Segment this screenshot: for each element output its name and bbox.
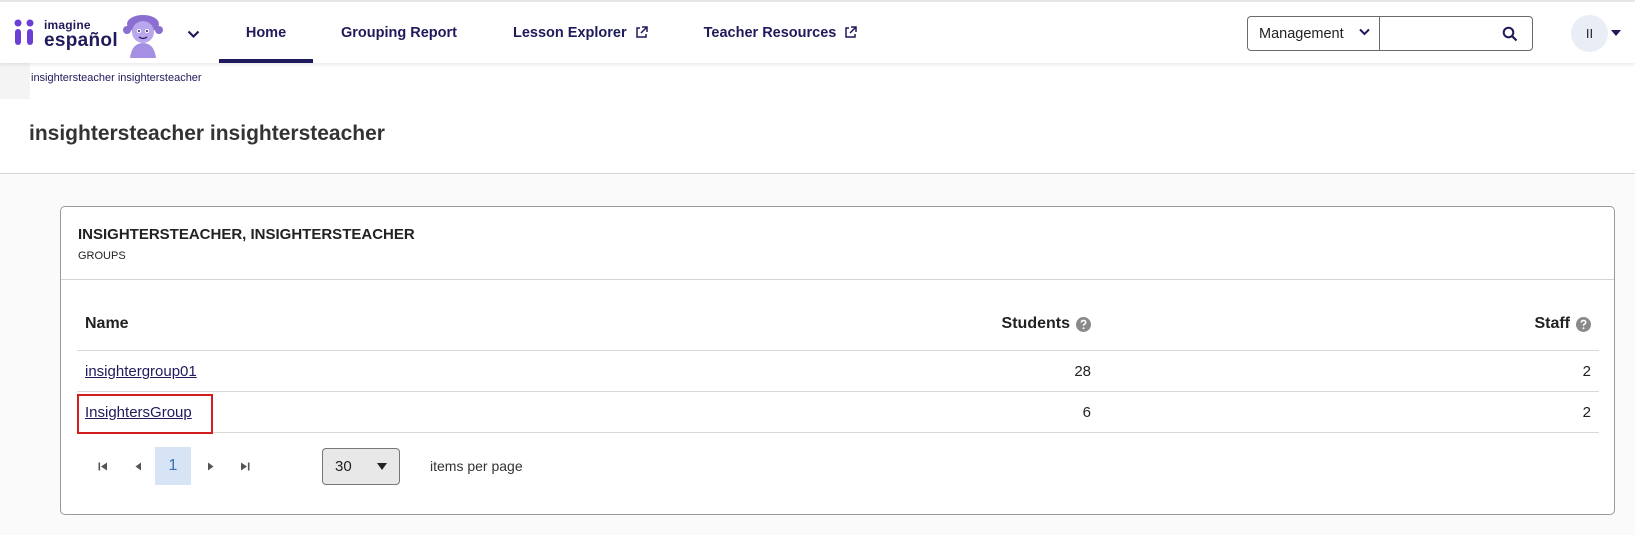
- previous-page-icon: [135, 462, 141, 470]
- logo-mark-icon: [14, 19, 34, 45]
- nav-lesson-explorer[interactable]: Lesson Explorer: [513, 2, 648, 63]
- avatar-initials: II: [1585, 26, 1594, 41]
- card-title: INSIGHTERSTEACHER, INSIGHTERSTEACHER: [78, 226, 415, 243]
- card-header: INSIGHTERSTEACHER, INSIGHTERSTEACHER GRO…: [61, 207, 1614, 280]
- user-avatar[interactable]: II: [1571, 15, 1608, 52]
- search-icon[interactable]: [1502, 26, 1518, 42]
- last-page-button[interactable]: [227, 447, 263, 485]
- staff-count: 2: [1582, 363, 1591, 380]
- page-button-current[interactable]: 1: [155, 447, 191, 485]
- help-icon[interactable]: [1076, 316, 1091, 332]
- nav-grouping-report[interactable]: Grouping Report: [341, 2, 457, 63]
- caret-down-icon[interactable]: [1611, 30, 1621, 36]
- pagination: 1 30 items per page: [77, 447, 1599, 487]
- nav-grouping-report-label: Grouping Report: [341, 24, 457, 41]
- caret-down-icon: [377, 463, 387, 470]
- column-header-name-label: Name: [85, 315, 129, 332]
- table-header-row: Name Students Staff: [77, 295, 1599, 351]
- search-field: [1379, 16, 1533, 51]
- nav-home-label: Home: [245, 24, 287, 41]
- first-page-button[interactable]: [85, 447, 121, 485]
- help-icon[interactable]: [1576, 316, 1591, 332]
- breadcrumb-gutter: [0, 63, 30, 99]
- chevron-down-icon: [1359, 28, 1370, 36]
- items-per-page-value: 30: [335, 458, 352, 475]
- last-page-icon: [241, 462, 250, 470]
- column-header-students-label: Students: [1001, 315, 1070, 332]
- card-subtitle: GROUPS: [78, 250, 126, 262]
- table-row: InsightersGroup 6 2: [77, 392, 1599, 434]
- first-page-icon: [98, 462, 107, 470]
- items-per-page-label: items per page: [430, 458, 523, 474]
- external-link-icon: [844, 26, 858, 39]
- groups-table: Name Students Staff insightergroup01 28 …: [77, 295, 1599, 434]
- staff-count: 2: [1582, 404, 1591, 421]
- group-name-link[interactable]: insightergroup01: [85, 363, 197, 380]
- column-header-name[interactable]: Name: [85, 315, 129, 333]
- groups-card: INSIGHTERSTEACHER, INSIGHTERSTEACHER GRO…: [60, 206, 1615, 515]
- previous-page-button[interactable]: [120, 447, 156, 485]
- management-select-value: Management: [1259, 25, 1344, 42]
- mascot-character-icon: [123, 15, 163, 58]
- current-page-number: 1: [168, 457, 178, 474]
- search-input[interactable]: [1380, 17, 1490, 50]
- items-per-page-select[interactable]: 30: [322, 448, 400, 485]
- next-page-button[interactable]: [192, 447, 228, 485]
- page-header: insightersteacher insightersteacher insi…: [0, 63, 1635, 174]
- students-count: 6: [1082, 404, 1091, 421]
- nav-home[interactable]: Home: [219, 2, 313, 63]
- chevron-down-icon: [187, 30, 199, 38]
- imagine-espanol-logo[interactable]: imagine español: [14, 16, 118, 51]
- next-page-icon: [207, 462, 213, 470]
- breadcrumb[interactable]: insightersteacher insightersteacher: [31, 72, 202, 84]
- top-navigation-bar: imagine español Home Grouping Report Les…: [0, 0, 1635, 63]
- management-select[interactable]: Management: [1247, 16, 1380, 51]
- external-link-icon: [635, 26, 648, 39]
- main-nav: Home Grouping Report Lesson Explorer Tea…: [219, 2, 858, 65]
- column-header-students[interactable]: Students: [1002, 315, 1091, 333]
- nav-teacher-resources[interactable]: Teacher Resources: [704, 2, 858, 63]
- group-name-link[interactable]: InsightersGroup: [85, 404, 192, 421]
- students-count: 28: [1074, 363, 1091, 380]
- table-row: insightergroup01 28 2: [77, 351, 1599, 392]
- nav-teacher-resources-label: Teacher Resources: [703, 24, 837, 41]
- page-title: insightersteacher insightersteacher: [29, 122, 385, 145]
- product-switcher-button[interactable]: [183, 24, 203, 44]
- logo-text-espanol: español: [44, 30, 118, 51]
- nav-lesson-explorer-label: Lesson Explorer: [513, 24, 627, 41]
- column-header-staff-label: Staff: [1534, 315, 1570, 332]
- column-header-staff[interactable]: Staff: [1534, 315, 1591, 333]
